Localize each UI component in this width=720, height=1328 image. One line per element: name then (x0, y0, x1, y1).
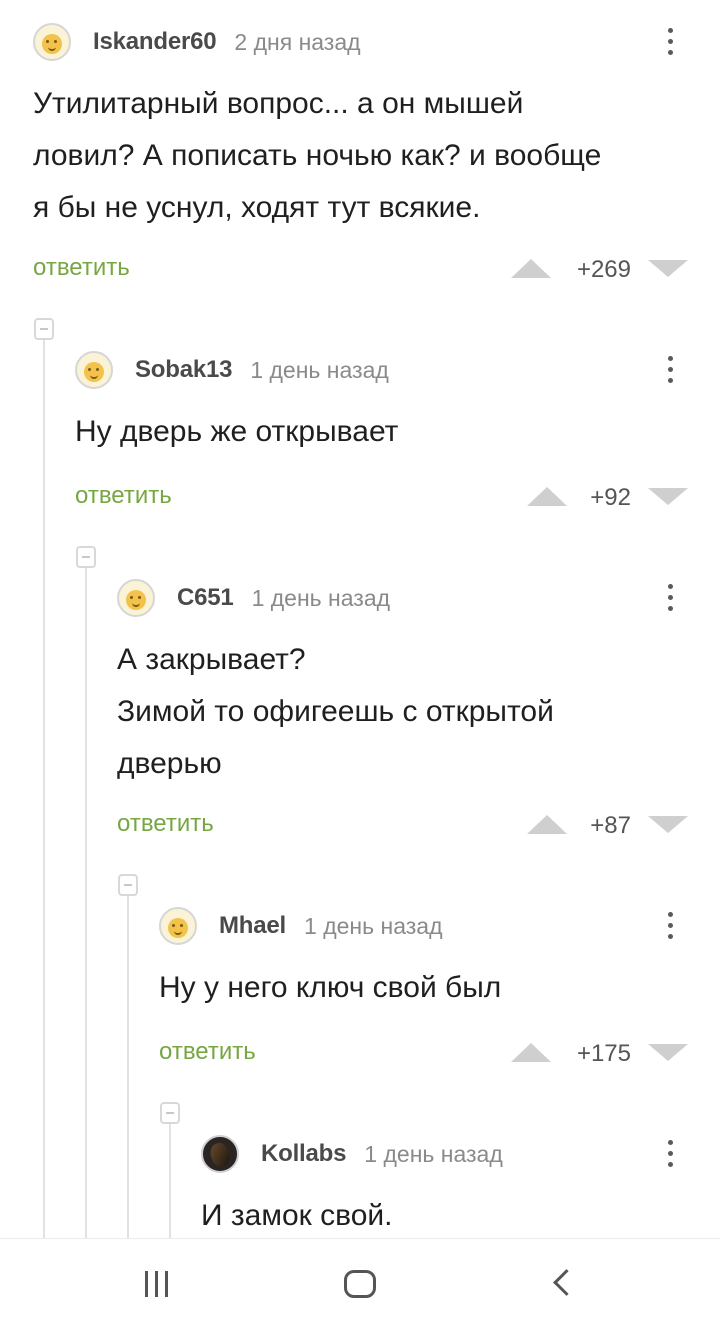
thread-line (43, 340, 45, 1238)
avatar[interactable] (33, 23, 71, 61)
comment: Iskander60 2 дня назад Утилитарный вопро… (33, 22, 720, 302)
thread-line (127, 896, 129, 1238)
username[interactable]: Iskander60 (93, 28, 217, 56)
comment-actions: ответить +269 (33, 254, 720, 290)
sleepy-face-icon (84, 362, 104, 382)
comment-header: Kollabs 1 день назад (201, 1134, 503, 1174)
comment-actions: ответить +175 (159, 1038, 720, 1074)
downvote-icon[interactable] (648, 1044, 688, 1061)
collapse-thread-button[interactable] (160, 1102, 180, 1124)
username[interactable]: Kollabs (261, 1140, 346, 1168)
more-options-icon[interactable] (652, 24, 688, 60)
comment-text: Ну у него ключ свой был (159, 962, 501, 1014)
sleepy-face-icon (126, 590, 146, 610)
comment-header: C651 1 день назад (117, 578, 390, 618)
comment-actions: ответить +87 (117, 810, 720, 846)
comment: Sobak13 1 день назад Ну дверь же открыва… (75, 350, 720, 530)
system-navigation-bar (0, 1238, 720, 1328)
comment-line: я бы не уснул, ходят тут всякие. (33, 191, 481, 224)
thread-line (169, 1124, 171, 1238)
collapse-thread-button[interactable] (118, 874, 138, 896)
comment-line: И замок свой. (201, 1199, 393, 1232)
timestamp: 1 день назад (304, 912, 443, 939)
back-icon[interactable] (553, 1269, 580, 1296)
comment-text: А закрывает? Зимой то офигеешь с открыто… (117, 634, 554, 790)
upvote-icon[interactable] (511, 1043, 551, 1062)
avatar[interactable] (159, 907, 197, 945)
comment-line: дверью (117, 747, 222, 780)
avatar[interactable] (117, 579, 155, 617)
comment-text: Утилитарный вопрос... а он мышей ловил? … (33, 78, 601, 234)
reply-button[interactable]: ответить (159, 1038, 256, 1066)
timestamp: 1 день назад (364, 1140, 503, 1167)
comment-line: Ну дверь же открывает (75, 415, 399, 448)
comment-actions: ответить +92 (75, 482, 720, 518)
rating-score: +87 (590, 812, 631, 839)
collapse-thread-button[interactable] (76, 546, 96, 568)
comment-line: Зимой то офигеешь с открытой (117, 695, 554, 728)
rating-score: +175 (576, 1040, 631, 1067)
collapse-thread-button[interactable] (34, 318, 54, 340)
comment-text: И замок свой. (201, 1190, 392, 1242)
user-photo-avatar (207, 1140, 233, 1170)
more-options-icon[interactable] (652, 908, 688, 944)
home-icon[interactable] (344, 1270, 376, 1298)
sleepy-face-icon (168, 918, 188, 938)
recent-apps-icon[interactable] (145, 1271, 171, 1297)
comment-line: ловил? А пописать ночью как? и вообще (33, 139, 602, 172)
sleepy-face-icon (42, 34, 62, 54)
downvote-icon[interactable] (648, 488, 688, 505)
timestamp: 2 дня назад (234, 28, 361, 55)
rating-score: +269 (576, 256, 631, 283)
timestamp: 1 день назад (251, 584, 391, 611)
comment: C651 1 день назад А закрывает? Зимой то … (117, 578, 720, 858)
downvote-icon[interactable] (648, 260, 688, 277)
username[interactable]: Mhael (219, 912, 286, 940)
username[interactable]: Sobak13 (135, 356, 233, 384)
avatar[interactable] (201, 1135, 239, 1173)
thread-line (85, 568, 87, 1238)
comment-text: Ну дверь же открывает (75, 406, 398, 458)
reply-button[interactable]: ответить (33, 254, 130, 282)
comment: Mhael 1 день назад Ну у него ключ свой б… (159, 906, 720, 1086)
reply-button[interactable]: ответить (117, 810, 214, 838)
upvote-icon[interactable] (511, 259, 551, 278)
comment-header: Mhael 1 день назад (159, 906, 443, 946)
comment-header: Iskander60 2 дня назад (33, 22, 361, 62)
comment-line: Утилитарный вопрос... а он мышей (33, 87, 524, 120)
comment-header: Sobak13 1 день назад (75, 350, 389, 390)
more-options-icon[interactable] (652, 1136, 688, 1172)
comment-line: Ну у него ключ свой был (159, 971, 502, 1004)
username[interactable]: C651 (177, 584, 234, 612)
comment: Kollabs 1 день назад И замок свой. (201, 1134, 720, 1238)
comment-line: А закрывает? (117, 643, 306, 676)
timestamp: 1 день назад (250, 356, 389, 383)
more-options-icon[interactable] (652, 352, 688, 388)
reply-button[interactable]: ответить (75, 482, 172, 510)
downvote-icon[interactable] (648, 816, 688, 833)
more-options-icon[interactable] (652, 580, 688, 616)
rating-score: +92 (590, 484, 631, 511)
avatar[interactable] (75, 351, 113, 389)
